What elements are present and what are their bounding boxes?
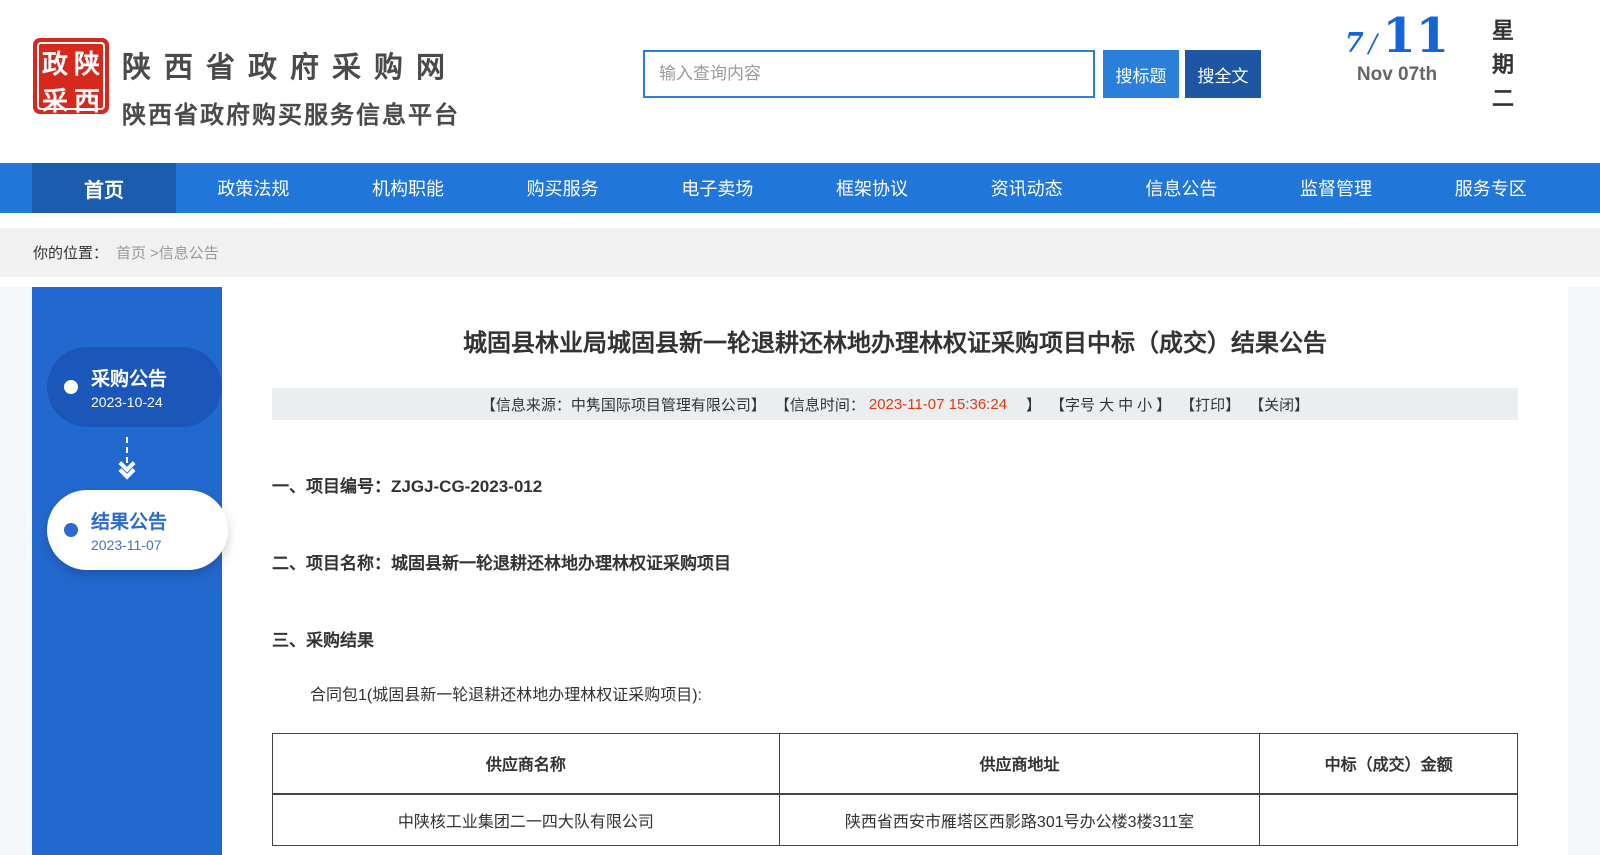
breadcrumb-current: >信息公告 (150, 242, 219, 263)
article-info-bar: 【信息来源：中隽国际项目管理有限公司】 【信息时间： 2023-11-07 15… (272, 388, 1518, 420)
article-title: 城固县林业局城固县新一轮退耕还林地办理林权证采购项目中标（成交）结果公告 (272, 323, 1518, 358)
logo-char: 采 (39, 81, 71, 118)
bullet-dot-icon (64, 380, 78, 394)
breadcrumb-label: 你的位置： (33, 242, 108, 263)
step-date: 2023-11-07 (91, 537, 167, 553)
nav-item-announcements[interactable]: 信息公告 (1104, 163, 1259, 213)
info-timestamp: 2023-11-07 15:36:24 (869, 396, 1007, 413)
font-size-large-button[interactable]: 大 (1099, 394, 1114, 415)
nav-item-service-zone[interactable]: 服务专区 (1413, 163, 1568, 213)
info-source: 【信息来源：中隽国际项目管理有限公司】 (481, 394, 766, 415)
nav-item-policies[interactable]: 政策法规 (176, 163, 331, 213)
info-time: 【信息时间： 2023-11-07 15:36:24 】 (775, 394, 1041, 415)
main-nav: 首页 政策法规 机构职能 购买服务 电子卖场 框架协议 资讯动态 信息公告 监督… (0, 163, 1600, 213)
site-title: 陕西省政府采购网 (122, 44, 460, 86)
site-subtitle: 陕西省政府购买服务信息平台 (122, 95, 460, 130)
sidebar-item-result-announcement[interactable]: 结果公告 2023-11-07 (47, 490, 228, 570)
nav-item-news[interactable]: 资讯动态 (949, 163, 1104, 213)
nav-item-framework-agreement[interactable]: 框架协议 (795, 163, 950, 213)
site-logo-seal-icon[interactable]: 政 陕 采 西 (33, 38, 109, 114)
brand-block: 陕西省政府采购网 陕西省政府购买服务信息平台 (122, 44, 460, 130)
bullet-dot-icon (64, 523, 78, 537)
breadcrumb-home-link[interactable]: 首页 (116, 242, 146, 263)
date-widget: 7 / 11 Nov 07th (1332, 8, 1462, 86)
logo-char: 西 (71, 81, 103, 118)
spacer (0, 213, 1600, 228)
date-numeric: 7 / 11 (1332, 8, 1462, 64)
col-header-supplier-name: 供应商名称 (273, 734, 780, 794)
search-box: 搜标题 搜全文 (643, 50, 1261, 98)
logo-char: 陕 (71, 44, 103, 81)
font-size-controls: 【字号 大 中 小 】 (1050, 394, 1171, 415)
date-slash: / (1369, 29, 1377, 58)
contract-package-line: 合同包1(城固县新一轮退耕还林地办理林权证采购项目): (272, 681, 1518, 705)
cell-supplier-name: 中陕核工业集团二一四大队有限公司 (273, 794, 780, 846)
search-input[interactable] (643, 50, 1095, 98)
spacer (0, 277, 1600, 287)
date-month: 7 (1345, 28, 1364, 59)
step-title: 采购公告 (91, 364, 167, 391)
weekday-label: 星期二 (1492, 14, 1518, 116)
nav-item-purchase-services[interactable]: 购买服务 (485, 163, 640, 213)
date-english: Nov 07th (1332, 64, 1462, 86)
timeline-sidebar: 采购公告 2023-10-24 结果公告 2023-11-07 (32, 287, 222, 855)
step-date: 2023-10-24 (91, 394, 167, 410)
page-body: 采购公告 2023-10-24 结果公告 2023-11-07 城固县林业局城固… (0, 287, 1600, 855)
col-header-award-amount: 中标（成交）金额 (1260, 734, 1518, 794)
col-header-supplier-address: 供应商地址 (779, 734, 1260, 794)
logo-char: 政 (39, 44, 71, 81)
search-fulltext-button[interactable]: 搜全文 (1185, 50, 1261, 98)
logo-characters: 政 陕 采 西 (37, 42, 105, 110)
table-row: 中陕核工业集团二一四大队有限公司 陕西省西安市雁塔区西影路301号办公楼3楼31… (273, 794, 1518, 846)
cell-award-amount (1260, 794, 1518, 846)
close-button[interactable]: 【关闭】 (1249, 394, 1309, 415)
nav-item-e-mall[interactable]: 电子卖场 (640, 163, 795, 213)
nav-item-supervision[interactable]: 监督管理 (1259, 163, 1414, 213)
search-title-button[interactable]: 搜标题 (1103, 50, 1179, 98)
site-header: 政 陕 采 西 陕西省政府采购网 陕西省政府购买服务信息平台 搜标题 搜全文 7… (0, 0, 1600, 163)
result-table: 供应商名称 供应商地址 中标（成交）金额 中陕核工业集团二一四大队有限公司 陕西… (272, 733, 1518, 846)
date-day: 11 (1382, 8, 1449, 64)
sidebar-item-procurement-announcement[interactable]: 采购公告 2023-10-24 (47, 347, 222, 427)
section-project-number: 一、项目编号：ZJGJ-CG-2023-012 (272, 472, 1518, 497)
flow-down-arrow-icon (32, 437, 222, 477)
article-main: 城固县林业局城固县新一轮退耕还林地办理林权证采购项目中标（成交）结果公告 【信息… (222, 287, 1568, 855)
step-title: 结果公告 (91, 507, 167, 534)
table-header-row: 供应商名称 供应商地址 中标（成交）金额 (273, 734, 1518, 794)
font-size-small-button[interactable]: 小 (1137, 394, 1152, 415)
section-project-name: 二、项目名称：城固县新一轮退耕还林地办理林权证采购项目 (272, 549, 1518, 574)
nav-item-functions[interactable]: 机构职能 (331, 163, 486, 213)
cell-supplier-address: 陕西省西安市雁塔区西影路301号办公楼3楼311室 (779, 794, 1260, 846)
font-size-medium-button[interactable]: 中 (1118, 394, 1133, 415)
section-procurement-result: 三、采购结果 (272, 626, 1518, 651)
nav-item-home[interactable]: 首页 (32, 163, 176, 213)
print-button[interactable]: 【打印】 (1180, 394, 1240, 415)
breadcrumb: 你的位置： 首页 >信息公告 (0, 228, 1600, 277)
